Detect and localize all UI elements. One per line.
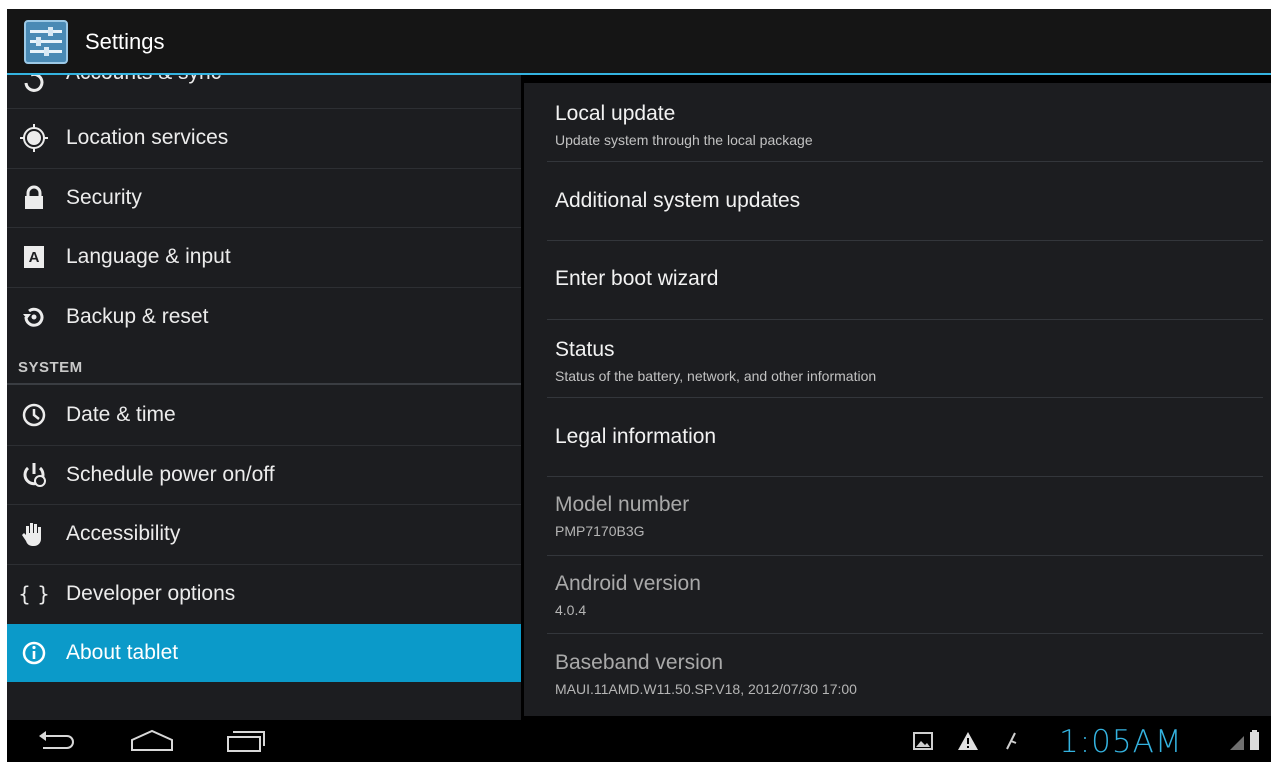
svg-text:A: A [29,249,40,266]
item-title: Status [555,338,615,361]
item-title: Baseband version [555,651,724,674]
clock[interactable]: 1:05AM [1059,724,1183,760]
divider [547,240,1263,241]
settings-sidebar[interactable]: Accounts & sync Location services Securi… [7,75,521,720]
sidebar-item-accounts-sync[interactable]: Accounts & sync [7,75,521,106]
item-summary: PMP7170B3G [555,523,645,539]
sidebar-item-label: Accessibility [66,522,181,545]
action-bar: Settings [7,9,1271,75]
sidebar-item-accessibility[interactable]: Accessibility [7,505,521,563]
sidebar-item-backup-reset[interactable]: Backup & reset [7,288,521,346]
backup-icon [23,307,44,327]
sidebar-item-date-time[interactable]: Date & time [7,386,521,444]
recent-apps-icon[interactable] [220,726,270,756]
sidebar-item-about-tablet[interactable]: About tablet [7,624,521,682]
item-title: Android version [555,572,701,595]
sidebar-item-label: Location services [66,126,229,149]
list-item-enter-boot-wizard[interactable]: Enter boot wizard [555,267,1255,291]
sidebar-item-label: Backup & reset [66,305,209,328]
power-schedule-icon [23,463,46,487]
sidebar-item-security[interactable]: Security [7,169,521,227]
list-item-baseband-version: Baseband version MAUI.11AMD.W11.50.SP.V1… [555,651,1255,697]
warning-icon[interactable] [957,730,979,752]
sidebar-item-schedule-power[interactable]: Schedule power on/off [7,446,521,504]
list-item-legal-information[interactable]: Legal information [555,425,1255,449]
svg-text:{ }: { } [19,582,49,606]
signal-battery-icon[interactable] [1228,730,1262,752]
divider [547,555,1263,556]
clock-icon [22,403,46,427]
item-title: Local update [555,102,676,125]
sidebar-item-label: Schedule power on/off [66,463,275,486]
sidebar-item-label: About tablet [66,641,179,664]
item-title: Enter boot wizard [555,267,719,290]
divider [547,319,1263,320]
sidebar-item-developer-options[interactable]: { } Developer options [7,565,521,623]
gallery-notification-icon[interactable] [912,730,934,752]
item-title: Legal information [555,425,717,448]
sync-icon [24,75,44,92]
info-icon [22,641,46,665]
sidebar-item-label: Date & time [66,403,176,426]
divider [547,397,1263,398]
system-bar: 1:05AM [7,720,1271,762]
location-icon [20,124,48,152]
sidebar-item-label: Accounts & sync [66,75,221,85]
divider [547,476,1263,477]
list-item-status[interactable]: Status Status of the battery, network, a… [555,338,1255,384]
braces-icon: { } [19,582,49,606]
divider [547,633,1263,634]
item-summary: Status of the battery, network, and othe… [555,368,877,384]
divider [547,161,1263,162]
sidebar-item-language-input[interactable]: A Language & input [7,228,521,286]
hand-icon [22,523,41,546]
home-icon[interactable] [127,726,177,756]
section-divider [7,383,521,385]
back-icon[interactable] [33,726,83,756]
list-item-model-number: Model number PMP7170B3G [555,493,1255,539]
list-item-additional-system-updates[interactable]: Additional system updates [555,189,1255,213]
lock-icon [25,185,43,209]
item-summary: Update system through the local package [555,132,813,148]
sidebar-item-label: Developer options [66,582,236,605]
item-title: Additional system updates [555,189,801,212]
list-item-local-update[interactable]: Local update Update system through the l… [555,102,1255,148]
sidebar-item-location-services[interactable]: Location services [7,109,521,167]
tablet-screen: Settings Accounts & sync Location servic… [7,9,1271,762]
language-icon: A [24,246,44,268]
usb-debug-icon[interactable] [1000,730,1022,752]
list-item-android-version: Android version 4.0.4 [555,572,1255,618]
sidebar-item-label: Security [66,186,142,209]
about-tablet-panel[interactable]: Local update Update system through the l… [524,83,1271,716]
item-summary: MAUI.11AMD.W11.50.SP.V18, 2012/07/30 17:… [555,681,857,697]
sidebar-item-label: Language & input [66,245,231,268]
item-summary: 4.0.4 [555,602,587,618]
section-header-system: SYSTEM [18,359,83,376]
settings-app-icon[interactable] [24,20,68,64]
page-title: Settings [85,29,165,54]
item-title: Model number [555,493,690,516]
